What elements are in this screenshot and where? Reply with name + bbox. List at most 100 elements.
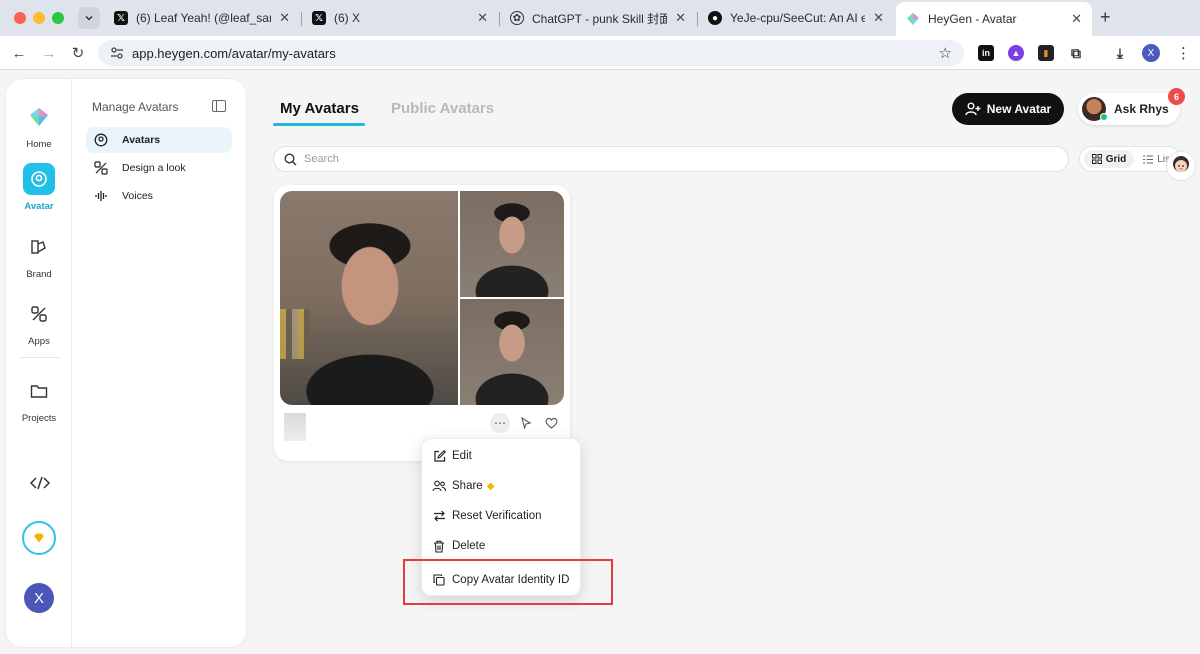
submenu-title: Manage Avatars: [92, 100, 179, 114]
bookmark-star-icon[interactable]: ☆: [939, 44, 952, 62]
cursor-select-icon[interactable]: [516, 413, 536, 433]
grid-icon: [1091, 154, 1102, 164]
avatar-thumbnail-main: [280, 191, 458, 405]
reload-icon[interactable]: ↻: [67, 42, 89, 64]
add-user-icon: [965, 102, 981, 116]
ask-rhys-label: Ask Rhys: [1114, 102, 1169, 116]
avatar-thumbnail-look: [460, 191, 564, 297]
ask-rhys-button[interactable]: Ask Rhys: [1078, 93, 1180, 125]
heart-icon[interactable]: [541, 413, 561, 433]
download-icon[interactable]: ⤓: [1112, 45, 1128, 61]
menu-item-share[interactable]: Share ◆: [422, 473, 582, 499]
list-icon: [1143, 155, 1154, 163]
openai-logo-icon: ✿: [510, 11, 524, 25]
avatar-icon: [23, 163, 55, 195]
assistant-avatar-button[interactable]: [1166, 151, 1196, 181]
puzzle-extensions-icon[interactable]: ⧉: [1068, 45, 1084, 61]
back-arrow-icon[interactable]: ←: [8, 42, 30, 64]
browser-tab[interactable]: ✿ ChatGPT - punk Skill 封面 ✕: [500, 4, 696, 32]
upgrade-gem-button[interactable]: [22, 521, 56, 555]
rail-label: Brand: [26, 269, 52, 280]
rail-item-brand[interactable]: Brand: [6, 231, 72, 280]
extension-icon[interactable]: ▲: [1008, 45, 1024, 61]
apps-icon: [23, 298, 55, 330]
search-placeholder: Search: [304, 153, 339, 165]
grid-label: Grid: [1105, 153, 1127, 165]
tab-search-button[interactable]: [78, 7, 100, 29]
search-icon: [284, 153, 297, 166]
close-window-button[interactable]: [14, 12, 26, 24]
new-avatar-button[interactable]: New Avatar: [952, 93, 1064, 125]
rail-item-projects[interactable]: Projects: [6, 375, 72, 424]
browser-tab-active[interactable]: HeyGen - Avatar ✕: [896, 2, 1092, 36]
user-avatar[interactable]: X: [24, 583, 54, 613]
rail-label: Avatar: [24, 201, 54, 212]
x-logo-icon: 𝕏: [312, 11, 326, 25]
close-tab-icon[interactable]: ✕: [1071, 11, 1082, 27]
site-settings-icon[interactable]: [110, 46, 124, 60]
menu-item-reset-verification[interactable]: Reset Verification: [422, 503, 582, 529]
avatar-card[interactable]: ⋯: [274, 185, 570, 461]
close-tab-icon[interactable]: ✕: [873, 10, 884, 26]
browser-tab[interactable]: 𝕏 (6) Leaf Yeah! (@leaf_sanren ✕: [104, 4, 300, 32]
close-tab-icon[interactable]: ✕: [477, 10, 488, 26]
collapse-sidebar-icon[interactable]: [212, 100, 226, 112]
app-content: Home Avatar Brand Apps Projects X Manage…: [0, 71, 1200, 654]
folder-icon: [23, 375, 55, 407]
tab-my-avatars[interactable]: My Avatars: [280, 100, 359, 117]
zoom-window-button[interactable]: [52, 12, 64, 24]
chevron-down-icon: [85, 15, 93, 21]
browser-menu-icon[interactable]: ⋮: [1176, 44, 1191, 62]
submenu-item-avatars[interactable]: Avatars: [86, 127, 232, 153]
extension-icon[interactable]: ▮: [1038, 45, 1054, 61]
online-status-dot: [1100, 113, 1108, 121]
search-bar[interactable]: Search: [273, 146, 1069, 172]
annotation-highlight-box: [403, 559, 613, 605]
more-options-button[interactable]: ⋯: [490, 413, 510, 433]
premium-gem-icon: ◆: [486, 480, 495, 492]
rail-item-apps[interactable]: Apps: [6, 298, 72, 347]
forward-arrow-icon[interactable]: →: [38, 42, 60, 64]
menu-item-delete[interactable]: Delete: [422, 533, 582, 559]
swap-icon: [432, 509, 446, 523]
address-bar[interactable]: app.heygen.com/avatar/my-avatars ☆: [98, 40, 964, 66]
menu-item-label: Edit: [452, 450, 472, 462]
browser-tab[interactable]: ● YeJe-cpu/SeeCut: An AI edito ✕: [698, 4, 894, 32]
waveform-icon: [94, 189, 108, 203]
url-text: app.heygen.com/avatar/my-avatars: [132, 46, 336, 61]
tab-public-avatars[interactable]: Public Avatars: [391, 100, 494, 117]
sidebar: Home Avatar Brand Apps Projects X Manage…: [6, 79, 246, 647]
extension-icon[interactable]: in: [978, 45, 994, 61]
avatar-name-redacted: [284, 413, 306, 441]
submenu-item-design-a-look[interactable]: Design a look: [86, 155, 232, 181]
rail-item-avatar[interactable]: Avatar: [6, 163, 72, 212]
x-logo-icon: 𝕏: [114, 11, 128, 25]
browser-profile-avatar[interactable]: X: [1142, 44, 1160, 62]
rail-label: Home: [26, 139, 52, 150]
tab-title: ChatGPT - punk Skill 封面: [532, 11, 668, 26]
avatar-thumbnail-look: [460, 299, 564, 405]
rail-item-home[interactable]: Home: [6, 101, 72, 150]
submenu-item-label: Design a look: [122, 162, 186, 174]
close-tab-icon[interactable]: ✕: [675, 10, 686, 26]
rail-divider: [20, 357, 60, 358]
trash-icon: [432, 539, 446, 553]
browser-tab[interactable]: 𝕏 (6) X ✕: [302, 4, 498, 32]
grid-view-button[interactable]: Grid: [1084, 150, 1134, 168]
gem-icon: [34, 533, 44, 543]
brand-icon: [23, 231, 55, 263]
rail-label: Projects: [21, 413, 57, 424]
menu-item-label: Delete: [452, 540, 486, 552]
code-icon[interactable]: [24, 471, 56, 495]
new-tab-button[interactable]: +: [1100, 7, 1111, 28]
minimize-window-button[interactable]: [33, 12, 45, 24]
share-icon: [432, 479, 446, 493]
menu-item-edit[interactable]: Edit: [422, 443, 582, 469]
heygen-logo-icon: [906, 12, 920, 26]
tab-title: YeJe-cpu/SeeCut: An AI edito: [730, 11, 866, 25]
browser-toolbar: ← → ↻ app.heygen.com/avatar/my-avatars ☆…: [0, 36, 1200, 70]
menu-item-label: Share: [452, 480, 483, 492]
close-tab-icon[interactable]: ✕: [279, 10, 290, 26]
submenu-item-voices[interactable]: Voices: [86, 183, 232, 209]
edit-icon: [432, 449, 446, 463]
